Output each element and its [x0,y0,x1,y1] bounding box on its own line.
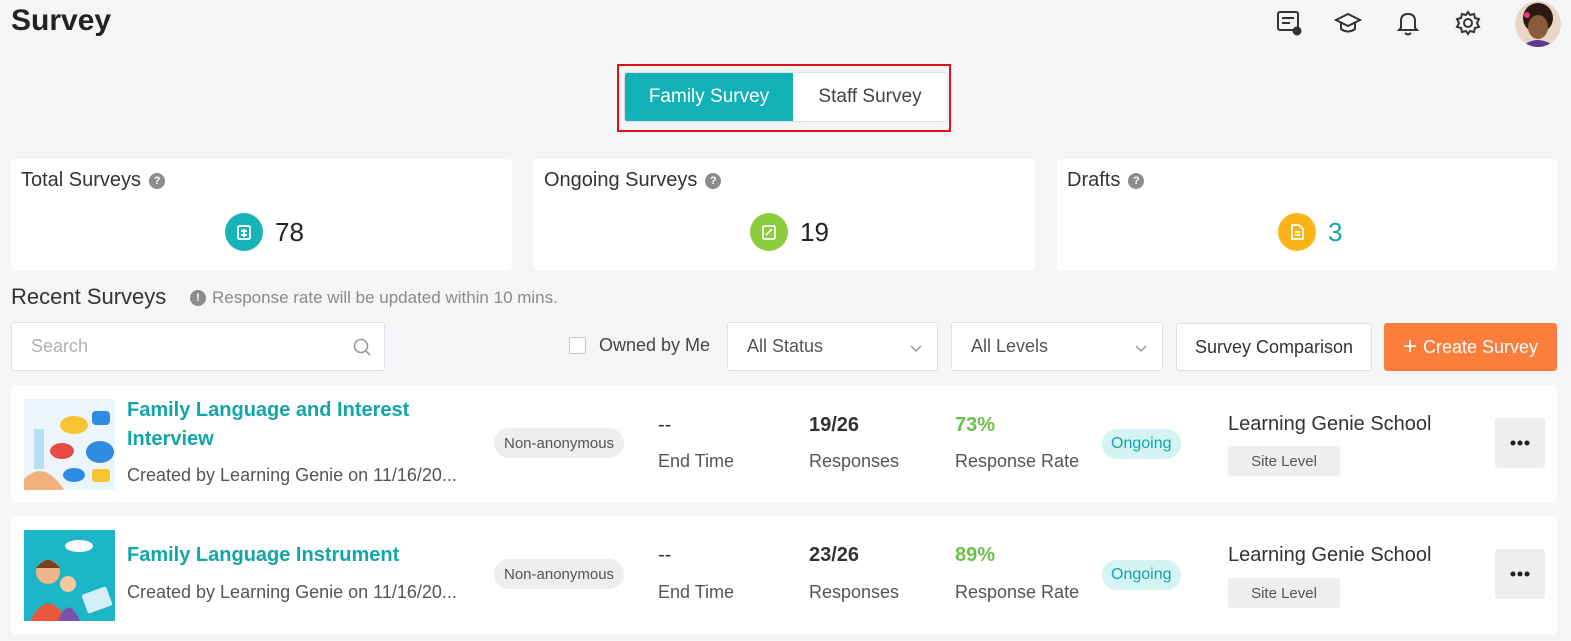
drafts-card: Drafts ? 3 [1057,159,1557,271]
more-options-button[interactable] [1495,549,1545,599]
response-rate-label: Response Rate [955,582,1080,602]
survey-row[interactable]: Family Language Instrument Created by Le… [11,516,1557,634]
search-input[interactable] [12,323,332,370]
ellipsis-icon [1510,571,1530,577]
ongoing-surveys-value-wrap: 19 [750,213,829,251]
end-time-label: End Time [658,582,735,602]
help-icon[interactable]: ? [149,172,166,189]
create-survey-button[interactable]: + Create Survey [1384,323,1557,371]
levels-select-value: All Levels [971,336,1049,356]
avatar[interactable] [1515,1,1561,47]
owned-by-me-label: Owned by Me [599,335,711,355]
drafts-value-wrap: 3 [1278,213,1342,251]
more-options-button[interactable] [1495,418,1545,468]
total-surveys-value: 78 [275,216,304,247]
anonymity-badge: Non-anonymous [494,428,625,458]
survey-created: Created by Learning Genie on 11/16/20... [127,465,457,485]
ongoing-surveys-label: Ongoing Surveys [544,169,698,191]
recent-surveys-heading: Recent Surveys [11,284,167,309]
school-name: Learning Genie School [1228,544,1432,566]
response-rate-label: Response Rate [955,451,1080,471]
total-surveys-label-wrap: Total Surveys ? [21,169,166,192]
draft-document-icon [1278,213,1316,251]
responses-value: 23/26 [809,544,860,566]
ongoing-surveys-value: 19 [800,216,829,247]
levels-select[interactable]: All Levels [951,322,1163,371]
feedback-icon[interactable] [1274,8,1304,38]
owned-by-me-filter[interactable]: Owned by Me [569,335,710,356]
response-rate-note: ! Response rate will be updated within 1… [190,288,558,308]
survey-comparison-button[interactable]: Survey Comparison [1176,323,1372,371]
drafts-label: Drafts [1067,169,1121,191]
end-time-label: End Time [658,451,735,471]
page-title: Survey [11,4,112,37]
drafts-value[interactable]: 3 [1328,217,1342,248]
clipboard-icon [225,213,263,251]
survey-title[interactable]: Family Language and Interest Interview [127,396,467,454]
ellipsis-icon [1510,440,1530,446]
end-time-value: -- [658,414,672,436]
survey-thumbnail[interactable] [24,399,115,490]
survey-created: Created by Learning Genie on 11/16/20... [127,582,457,602]
response-rate-note-text: Response rate will be updated within 10 … [212,288,558,307]
responses-label: Responses [809,582,900,602]
tab-family-survey[interactable]: Family Survey [625,73,793,121]
search-box [11,322,385,371]
bell-icon[interactable] [1393,8,1423,38]
responses-value: 19/26 [809,414,860,436]
total-surveys-value-wrap: 78 [225,213,304,251]
plus-icon: + [1402,333,1417,360]
chevron-down-icon [909,340,923,361]
status-select[interactable]: All Status [727,322,938,371]
status-badge: Ongoing [1102,560,1181,590]
survey-type-toggle: Family Survey Staff Survey [624,72,948,122]
search-icon[interactable] [352,337,372,362]
response-rate-value: 73% [955,414,996,436]
level-tag: Site Level [1228,446,1340,476]
chevron-down-icon [1134,340,1148,361]
response-rate-value: 89% [955,544,996,566]
graduation-cap-icon[interactable] [1333,8,1363,38]
help-icon[interactable]: ? [705,172,722,189]
ongoing-surveys-card: Ongoing Surveys ? 19 [534,159,1035,271]
gear-icon[interactable] [1453,8,1483,38]
ongoing-surveys-label-wrap: Ongoing Surveys ? [544,169,722,192]
survey-thumbnail[interactable] [24,530,115,621]
edit-document-icon [750,213,788,251]
survey-row[interactable]: Family Language and Interest Interview C… [11,385,1557,503]
create-survey-label: Create Survey [1422,336,1539,357]
school-name: Learning Genie School [1228,413,1432,435]
status-badge: Ongoing [1102,429,1181,459]
status-select-value: All Status [747,336,824,356]
owned-by-me-checkbox[interactable] [569,337,586,354]
info-icon: ! [190,290,206,306]
level-tag: Site Level [1228,578,1340,608]
tab-staff-survey[interactable]: Staff Survey [793,73,947,121]
end-time-value: -- [658,544,672,566]
survey-type-toggle-highlight: Family Survey Staff Survey [617,64,951,132]
survey-title[interactable]: Family Language Instrument [127,541,467,570]
help-icon[interactable]: ? [1128,172,1145,189]
total-surveys-label: Total Surveys [21,169,142,191]
drafts-label-wrap: Drafts ? [1067,169,1145,192]
anonymity-badge: Non-anonymous [494,559,625,589]
responses-label: Responses [809,451,900,471]
total-surveys-card: Total Surveys ? 78 [11,159,512,271]
